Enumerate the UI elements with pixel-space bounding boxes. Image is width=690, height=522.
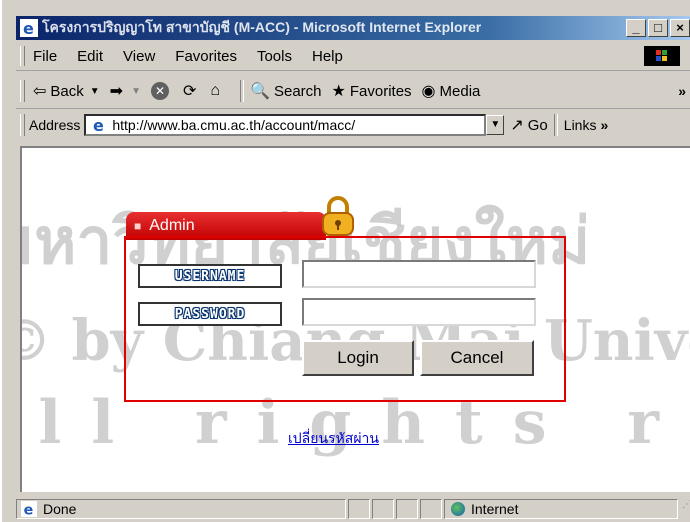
toolbar-grip[interactable]: [20, 114, 25, 136]
login-form: USERNAME PASSWORD Login Cancel: [124, 236, 566, 402]
address-label: Address: [29, 117, 81, 133]
favorites-icon: ★: [331, 83, 346, 100]
lock-icon: [322, 196, 354, 236]
go-arrow-icon: ↗: [510, 117, 524, 134]
admin-title: Admin: [149, 217, 195, 234]
menu-bar: File Edit View Favorites Tools Help: [16, 42, 690, 71]
close-button[interactable]: ×: [670, 19, 690, 37]
status-pane: [348, 499, 370, 519]
svg-text:e: e: [23, 19, 34, 37]
username-label: USERNAME: [138, 264, 282, 288]
status-pane: [396, 499, 418, 519]
username-input[interactable]: [302, 260, 536, 288]
home-button[interactable]: ⌂: [210, 82, 224, 100]
svg-text:e: e: [93, 116, 104, 134]
page-content: มหาวิทยาลัยเชียงใหม่ © by Chiang Mai Uni…: [20, 146, 690, 492]
menu-favorites[interactable]: Favorites: [175, 48, 237, 65]
maximize-button[interactable]: □: [648, 19, 668, 37]
cancel-button[interactable]: Cancel: [420, 340, 534, 376]
ie-icon: e: [20, 19, 38, 37]
menu-file[interactable]: File: [33, 48, 57, 65]
status-zone: Internet: [444, 499, 678, 519]
forward-dropdown-icon[interactable]: ▼: [131, 86, 141, 97]
refresh-button[interactable]: ⟳: [183, 81, 200, 101]
toolbar-grip[interactable]: [20, 80, 25, 102]
standard-toolbar: ⇦ Back ▼ ➡ ▼ ✕ ⟳ ⌂ 🔍 Search ★ Favorites ◉ Medi…: [16, 74, 690, 109]
back-button[interactable]: ⇦ Back ▼: [33, 81, 100, 101]
toolbar-separator: [553, 114, 558, 136]
resize-grip-icon[interactable]: ⋰: [678, 499, 690, 519]
go-button[interactable]: ↗ Go: [510, 115, 547, 135]
forward-arrow-icon: ➡: [109, 83, 124, 100]
back-dropdown-icon[interactable]: ▼: [90, 86, 100, 97]
favorites-label: Favorites: [349, 82, 412, 100]
search-icon: 🔍: [250, 83, 270, 100]
zone-label: Internet: [471, 501, 519, 517]
back-arrow-icon: ⇦: [33, 83, 47, 100]
media-icon: ◉: [421, 83, 436, 100]
address-dropdown-button[interactable]: ▼: [486, 115, 505, 135]
go-label: Go: [527, 116, 548, 134]
home-icon: ⌂: [210, 82, 221, 99]
menu-edit[interactable]: Edit: [77, 48, 103, 65]
stop-icon: ✕: [150, 82, 169, 100]
windows-logo-icon: [644, 46, 680, 66]
browser-window: e โครงการปริญญาโท สาขาบัญชี (M-ACC) - Mi…: [0, 0, 690, 522]
svg-text:e: e: [24, 502, 34, 517]
address-input[interactable]: e http://www.ba.cmu.ac.th/account/macc/: [84, 114, 487, 136]
grid-icon: ■: [134, 219, 142, 233]
menu-tools[interactable]: Tools: [257, 48, 292, 65]
password-input[interactable]: [302, 298, 536, 326]
links-button[interactable]: Links: [564, 117, 597, 133]
menu-view[interactable]: View: [123, 48, 155, 65]
globe-icon: [451, 502, 465, 516]
stop-button[interactable]: ✕: [150, 82, 173, 100]
search-label: Search: [273, 82, 322, 100]
search-button[interactable]: 🔍 Search: [250, 81, 321, 101]
toolbar-overflow-icon[interactable]: »: [678, 83, 686, 99]
toolbar-grip[interactable]: [20, 46, 25, 66]
login-button[interactable]: Login: [302, 340, 414, 376]
media-label: Media: [439, 82, 481, 100]
minimize-button[interactable]: _: [626, 19, 646, 37]
address-url: http://www.ba.cmu.ac.th/account/macc/: [112, 117, 356, 133]
menu-help[interactable]: Help: [312, 48, 343, 65]
page-status-icon: e: [21, 501, 37, 517]
media-button[interactable]: ◉ Media: [422, 81, 481, 101]
address-bar: Address e http://www.ba.cmu.ac.th/accoun…: [16, 110, 690, 140]
page-icon: e: [90, 116, 109, 134]
status-pane: [372, 499, 394, 519]
status-text: Done: [43, 501, 77, 517]
change-password-link[interactable]: เปลี่ยนรหัสผ่าน: [288, 428, 379, 450]
window-title: โครงการปริญญาโท สาขาบัญชี (M-ACC) - Micr…: [42, 19, 482, 35]
title-bar[interactable]: e โครงการปริญญาโท สาขาบัญชี (M-ACC) - Mi…: [16, 16, 690, 40]
toolbar-separator: [240, 80, 245, 102]
back-label: Back: [50, 82, 84, 100]
status-main: e Done: [16, 499, 346, 519]
status-pane: [420, 499, 442, 519]
links-overflow-icon[interactable]: »: [600, 117, 608, 133]
password-label: PASSWORD: [138, 302, 282, 326]
favorites-button[interactable]: ★ Favorites: [332, 81, 412, 101]
forward-button[interactable]: ➡ ▼: [110, 81, 141, 101]
refresh-icon: ⟳: [182, 83, 197, 100]
status-bar: e Done Internet ⋰: [16, 496, 690, 522]
